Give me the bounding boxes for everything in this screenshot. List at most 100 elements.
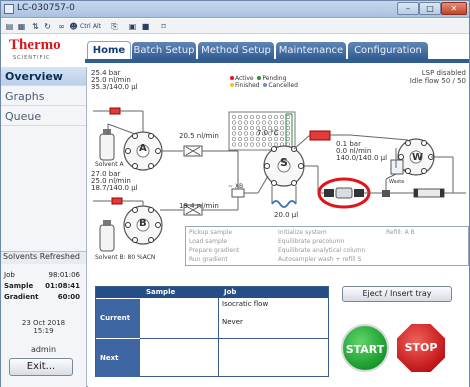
sidebar: Overview Graphs Queue: [1, 67, 87, 387]
current-row-label: Current: [96, 299, 140, 338]
step-initialize-system: Initialize system: [278, 229, 327, 236]
job-table-header: Sample Job: [96, 287, 328, 298]
active-dot: [230, 76, 234, 80]
pump-a-volume: 35.3/140.0 µl: [91, 83, 138, 91]
close-button[interactable]: ✕: [441, 2, 467, 15]
precolumn[interactable]: [324, 187, 364, 199]
tab-batch-setup[interactable]: Batch Setup: [132, 42, 196, 59]
window-title: LC-030757-0: [17, 3, 75, 13]
tab-underline: [85, 59, 469, 63]
step-autosampler-wash: Autosampler wash + refill S: [278, 256, 362, 263]
tray-well: [249, 125, 255, 131]
thermo-logo: Thermo SCIENTIFIC: [9, 37, 61, 61]
step-list: Pickup sample Load sample Prepare gradie…: [185, 226, 469, 266]
finished-dot: [230, 83, 234, 87]
tray-well: [279, 120, 285, 125]
refresh-icon[interactable]: ↻: [42, 21, 53, 32]
sample-column-header: Sample: [146, 288, 176, 296]
pump-b-syringe: [111, 197, 123, 205]
mixer-tee: [231, 188, 245, 198]
step-equilibrate-analytical: Equilibrate analytical column: [278, 247, 366, 254]
tray-legend: Active Pending Finished Cancelled: [230, 75, 310, 89]
chart-icon[interactable]: ▣: [127, 21, 138, 32]
sort-icon[interactable]: ⇅: [30, 21, 41, 32]
tray-well: [231, 120, 237, 125]
tray-well: [231, 142, 237, 147]
sidebar-item-overview[interactable]: Overview: [1, 67, 86, 86]
document-icon[interactable]: ▦: [16, 21, 27, 32]
copy-icon[interactable]: ⎘: [109, 21, 120, 32]
tray-well: [237, 120, 243, 125]
application-window: LC-030757-0 – □ ✕ ▤ ▦ ⇅ ↻ ∞ ☻ Ctrl Alt ⎘…: [0, 0, 470, 387]
stop-button[interactable]: STOP: [397, 324, 445, 372]
analytical-column[interactable]: [413, 188, 445, 198]
tray-well: [237, 125, 243, 131]
step-prepare-gradient: Prepare gradient: [189, 247, 240, 254]
job-table: Sample Job Current Next Isocratic flow N…: [95, 286, 329, 377]
link-icon[interactable]: ∞: [56, 21, 67, 32]
tray-well: [249, 114, 255, 120]
tray-well: [285, 114, 291, 120]
waste-label: Waste: [389, 179, 405, 185]
step-pickup-sample: Pickup sample: [189, 229, 233, 236]
loop-volume: 20.0 µl: [274, 211, 299, 219]
pump-b-valve-flow: 19.4 nl/min: [179, 202, 219, 210]
job-column-header: Job: [224, 288, 237, 296]
pump-b-label: B: [139, 218, 147, 229]
pump-b-volume: 18.7/140.0 µl: [91, 184, 138, 192]
sample-loop: [271, 200, 297, 208]
tray-well: [243, 125, 249, 131]
tray-well: [237, 131, 243, 136]
tray-well: [261, 142, 267, 147]
settings-icon[interactable]: ⌑: [158, 21, 169, 32]
tray-well: [267, 120, 273, 125]
exit-button[interactable]: Exit...: [9, 358, 73, 376]
tab-method-setup[interactable]: Method Setup: [198, 42, 274, 59]
pump-w-label: W: [412, 152, 424, 163]
tray-well: [273, 114, 279, 120]
tray-well: [243, 120, 249, 125]
job-time-row: Job 98:01:06: [4, 271, 80, 279]
tab-maintenance[interactable]: Maintenance: [276, 42, 346, 59]
refill-status: Refill: A B: [386, 229, 415, 236]
flow-valve-a: [183, 145, 203, 157]
pump-a-valve-flow: 20.5 nl/min: [179, 132, 219, 140]
tray-well: [279, 125, 285, 131]
pump-a-label: A: [139, 143, 147, 154]
mixer-label: ~ XB: [228, 183, 244, 190]
eject-insert-tray-button[interactable]: Eject / Insert tray: [342, 286, 452, 302]
tab-home[interactable]: Home: [87, 41, 131, 60]
tray-well: [267, 114, 273, 120]
sidebar-item-graphs[interactable]: Graphs: [1, 87, 86, 106]
maximize-button[interactable]: □: [419, 2, 441, 15]
user-icon[interactable]: ☻: [68, 21, 79, 32]
tray-well: [243, 136, 249, 142]
tray-well: [243, 131, 249, 136]
solvent-a-label: Solvent A: [95, 161, 124, 168]
column-tee: [382, 190, 390, 197]
tray-well: [285, 125, 291, 131]
tab-configuration[interactable]: Configuration: [348, 42, 428, 59]
current-date: 23 Oct 2018: [21, 319, 66, 327]
pump-a-syringe: [109, 107, 121, 115]
tray-well: [231, 136, 237, 142]
tray-well: [261, 136, 267, 142]
tray-well: [249, 136, 255, 142]
tray-temperature: 7.0 °C: [257, 129, 279, 137]
tray-well: [261, 114, 267, 120]
minimize-button[interactable]: –: [397, 2, 419, 15]
gradient-time-row: Gradient 60:00: [4, 293, 80, 301]
tray-well: [231, 114, 237, 120]
current-time: 15:19: [33, 327, 54, 335]
save-icon[interactable]: ■: [140, 21, 151, 32]
sidebar-item-queue[interactable]: Queue: [1, 107, 86, 126]
tray-well: [273, 136, 279, 142]
tray-well: [255, 120, 261, 125]
clipboard-icon[interactable]: ▤: [4, 21, 15, 32]
user-name: admin: [30, 345, 57, 354]
alt-icon[interactable]: Alt: [92, 21, 102, 32]
solvent-a-bottle: [99, 129, 115, 161]
solvent-b-bottle: [99, 220, 115, 252]
ctrl-icon[interactable]: Ctrl: [80, 21, 91, 32]
start-button[interactable]: START: [341, 324, 389, 372]
